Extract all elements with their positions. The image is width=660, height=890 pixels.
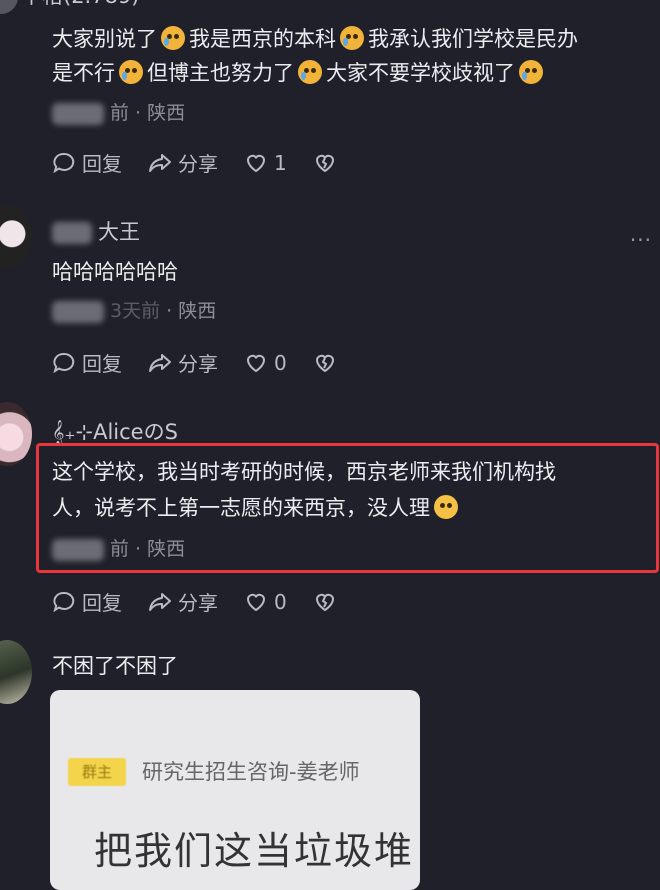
heart-icon: [246, 354, 266, 372]
reply-button[interactable]: 回复: [52, 587, 122, 616]
reply-button[interactable]: 回复: [52, 348, 122, 377]
comment-1-actions: 回复 分享 1: [52, 148, 337, 177]
reply-icon: [53, 152, 75, 173]
top-username-partial: 胖华格(2.789): [0, 0, 140, 10]
comment-3-username[interactable]: 𝄞₊⊹AliceのS: [52, 416, 178, 446]
like-button[interactable]: 0: [244, 351, 287, 375]
image-big-text: 把我们这当垃圾堆: [94, 829, 415, 873]
comment-image[interactable]: 群主 研究生招生咨询-姜老师 把我们这当垃圾堆: [50, 690, 420, 890]
heart-icon: [246, 593, 266, 611]
broken-heart-icon: [315, 593, 334, 611]
crying-emoji-icon: [340, 26, 364, 50]
share-button[interactable]: 分享: [148, 148, 218, 177]
dislike-button[interactable]: [313, 151, 337, 175]
broken-heart-icon: [315, 354, 334, 372]
avatar[interactable]: [0, 205, 32, 269]
comment-3-actions: 回复 分享 0: [52, 587, 337, 616]
crying-emoji-icon: [298, 60, 322, 84]
crying-emoji-icon: [161, 26, 185, 50]
like-button[interactable]: 1: [244, 151, 287, 175]
reply-button[interactable]: 回复: [52, 148, 122, 177]
comment-1-meta: 前 · 陕西: [52, 98, 185, 125]
comment-3-text-line2: 人，说考不上第一志愿的来西京，没人理: [52, 490, 462, 526]
crying-emoji-icon: [119, 60, 143, 84]
avatar[interactable]: [0, 640, 32, 704]
comment-3-text-line1: 这个学校，我当时考研的时候，西京老师来我们机构找: [52, 460, 556, 484]
comment-3-meta: 前 · 陕西: [52, 534, 185, 561]
broken-heart-icon: [315, 154, 334, 172]
image-title: 研究生招生咨询-姜老师: [142, 760, 360, 784]
comment-1-text: 大家别说了 我是西京的本科 我承认我们学校是民办: [52, 26, 578, 51]
share-button[interactable]: 分享: [148, 587, 218, 616]
reply-icon: [53, 591, 75, 612]
group-owner-tag: 群主: [68, 758, 126, 786]
reply-icon: [53, 352, 75, 373]
comment-2-text: 哈哈哈哈哈哈: [52, 260, 178, 284]
more-dots-icon[interactable]: ···: [630, 228, 652, 252]
crying-emoji-icon: [519, 60, 543, 84]
dislike-button[interactable]: [313, 590, 337, 614]
comment-2-username[interactable]: 大王: [52, 216, 140, 246]
heart-icon: [246, 154, 266, 172]
avatar[interactable]: [0, 402, 32, 466]
share-icon: [149, 353, 171, 372]
comment-2-actions: 回复 分享 0: [52, 348, 337, 377]
share-icon: [149, 153, 171, 172]
dislike-button[interactable]: [313, 351, 337, 375]
share-button[interactable]: 分享: [148, 348, 218, 377]
comment-1-text-line2: 是不行 但博主也努力了 大家不要学校歧视了: [52, 55, 547, 91]
shy-emoji-icon: [434, 495, 458, 519]
comment-4-text: 不困了不困了: [52, 654, 178, 678]
like-button[interactable]: 0: [244, 590, 287, 614]
comment-2-meta: 3天前 · 陕西: [52, 296, 216, 323]
share-icon: [149, 592, 171, 611]
